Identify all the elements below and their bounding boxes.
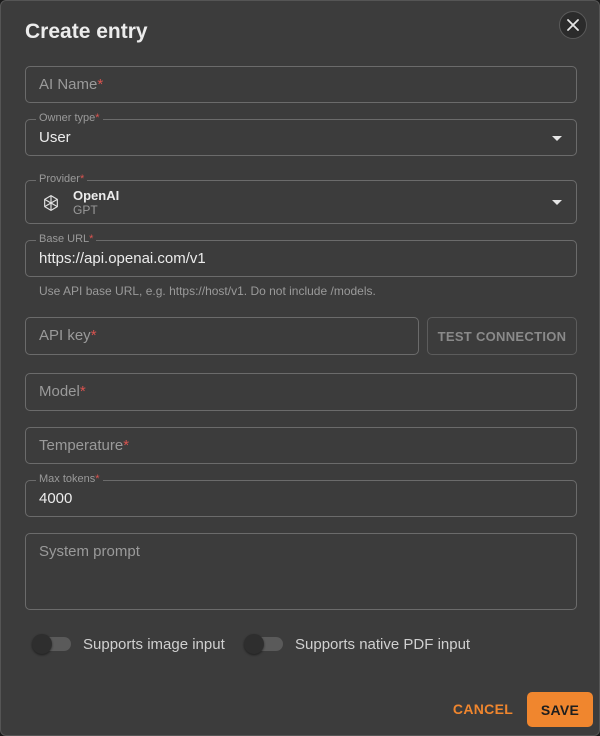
max-tokens-value: 4000 [39, 490, 73, 507]
system-prompt-placeholder: System prompt [39, 543, 140, 560]
provider-select[interactable]: Provider* OpenAI GPT [25, 172, 577, 224]
provider-subtitle: GPT [73, 203, 98, 217]
base-url-label: Base URL* [36, 232, 97, 246]
owner-type-label: Owner type* [36, 111, 103, 125]
base-url-helper-text: Use API base URL, e.g. https://host/v1. … [39, 284, 376, 298]
dialog-title: Create entry [25, 20, 148, 43]
test-connection-button[interactable]: TEST CONNECTION [427, 317, 577, 355]
required-mark: * [95, 112, 100, 124]
chevron-down-icon [552, 200, 562, 205]
model-placeholder-text: Model [39, 383, 80, 400]
toggle-knob [32, 634, 52, 654]
required-mark: * [79, 173, 85, 185]
ai-name-placeholder-text: AI Name [39, 76, 98, 93]
provider-label: Provider* [36, 172, 88, 186]
system-prompt-textarea[interactable]: System prompt [25, 533, 577, 610]
api-key-placeholder: API key* [39, 327, 97, 344]
create-entry-dialog: Create entry AI Name* Owner type* User P… [0, 0, 600, 736]
owner-type-label-text: Owner type [39, 112, 96, 124]
owner-type-value: User [39, 129, 71, 146]
required-mark: * [95, 473, 100, 485]
required-mark: * [79, 383, 86, 400]
base-url-label-text: Base URL [39, 233, 90, 245]
temperature-placeholder: Temperature* [39, 437, 129, 454]
close-button[interactable] [559, 11, 587, 39]
required-mark: * [90, 327, 97, 344]
provider-label-text: Provider [39, 173, 80, 185]
max-tokens-label: Max tokens* [36, 472, 103, 486]
owner-type-select[interactable]: Owner type* User [25, 111, 577, 156]
required-mark: * [123, 437, 130, 454]
ai-name-field[interactable]: AI Name* [25, 66, 577, 103]
ai-name-placeholder: AI Name* [39, 76, 103, 93]
max-tokens-field[interactable]: Max tokens* 4000 [25, 472, 577, 517]
toggle-knob [244, 634, 264, 654]
base-url-value: https://api.openai.com/v1 [39, 250, 206, 267]
api-key-field[interactable]: API key* [25, 317, 419, 355]
api-key-placeholder-text: API key [39, 327, 91, 344]
temperature-placeholder-text: Temperature [39, 437, 124, 454]
chevron-down-icon [552, 136, 562, 141]
save-button[interactable]: SAVE [527, 692, 593, 727]
pdf-input-toggle[interactable] [244, 634, 283, 654]
cancel-button[interactable]: CANCEL [447, 693, 519, 725]
image-input-toggle[interactable] [32, 634, 71, 654]
provider-name: OpenAI [73, 188, 120, 203]
openai-logo-icon [44, 195, 58, 211]
model-placeholder: Model* [39, 383, 86, 400]
temperature-field[interactable]: Temperature* [25, 427, 577, 464]
max-tokens-label-text: Max tokens [39, 473, 96, 485]
pdf-input-toggle-label: Supports native PDF input [295, 636, 471, 653]
base-url-field[interactable]: Base URL* https://api.openai.com/v1 [25, 232, 577, 277]
required-mark: * [89, 233, 94, 245]
close-icon [567, 19, 579, 31]
image-input-toggle-label: Supports image input [83, 636, 225, 653]
model-field[interactable]: Model* [25, 373, 577, 411]
required-mark: * [97, 76, 104, 93]
